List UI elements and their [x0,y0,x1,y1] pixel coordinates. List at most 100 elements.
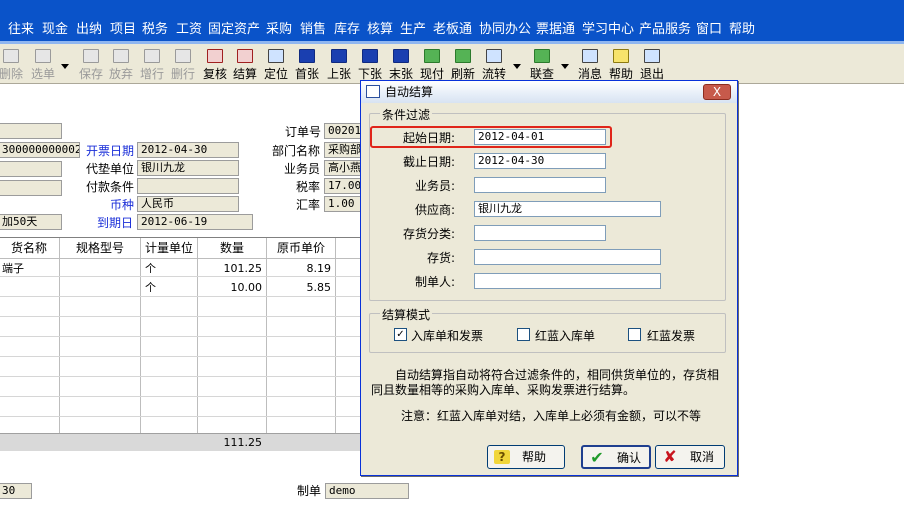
dialog-title-bar[interactable]: 自动结算 X [361,81,737,103]
add-row-button[interactable]: 增行 [137,47,167,83]
close-button[interactable]: X [703,84,731,100]
menu-item-fixed-assets[interactable]: 固定资产 [208,18,260,37]
menu-item-production[interactable]: 生产 [400,18,426,37]
maker-input[interactable] [474,273,661,289]
mode-checkbox-3[interactable] [628,328,641,341]
mode-option-3[interactable]: 红蓝发票 [647,327,695,344]
table-row[interactable] [0,358,360,377]
grid-header-unit[interactable]: 计量单位 [141,238,197,258]
exit-button[interactable]: 退出 [637,47,667,83]
rate-field[interactable]: 1.00 [324,196,364,212]
inv-category-input[interactable] [474,225,606,241]
menu-item-cash[interactable]: 现金 [42,18,68,37]
menu-item-window[interactable]: 窗口 [696,18,722,37]
settle-label: 结算 [232,67,257,81]
checkmark-icon: ✔ [590,448,604,467]
table-row[interactable] [0,338,360,357]
cancel-button[interactable]: ✘ 取消 [655,445,725,469]
menu-item-tax[interactable]: 税务 [142,18,168,37]
field-5[interactable]: 加50天 [0,214,62,230]
invoice-date-field[interactable]: 2012-04-30 [137,142,239,158]
payment-terms-label: 付款条件 [86,180,135,194]
dept-field[interactable]: 采购部 [324,142,364,158]
first-label: 首张 [294,67,319,81]
staff-label: 业务员: [414,179,455,193]
mode-checkbox-1[interactable]: ✓ [394,328,407,341]
menu-item-accounting[interactable]: 核算 [367,18,393,37]
add-row-label: 增行 [139,67,164,81]
table-row[interactable] [0,298,360,317]
mode-option-2[interactable]: 红蓝入库单 [535,327,595,344]
chevron-down-icon[interactable] [561,64,569,69]
end-date-input[interactable]: 2012-04-30 [474,153,606,169]
refresh-label: 刷新 [450,67,475,81]
chevron-down-icon[interactable] [513,64,521,69]
settle-button[interactable]: 结算 [230,47,260,83]
table-row[interactable] [0,378,360,397]
staff-field[interactable]: 高小燕 [324,160,364,176]
chevron-down-icon[interactable] [61,64,69,69]
field-2[interactable]: 300000000002 [0,142,80,158]
tax-field[interactable]: 17.00 [324,178,364,194]
note-text: 注意：红蓝入库单对结，入库单上必须有金额，可以不等 [401,409,702,423]
menu-item-collab[interactable]: 协同办公 [479,18,531,37]
field-3[interactable] [0,161,62,177]
order-no-field[interactable]: 002012 [324,123,364,139]
currency-field[interactable]: 人民币 [137,196,239,212]
field-4[interactable] [0,180,62,196]
menu-item-learning[interactable]: 学习中心 [582,18,634,37]
maker-field[interactable]: demo [325,483,409,499]
menu-item-purchase[interactable]: 采购 [266,18,292,37]
menu-item-project[interactable]: 项目 [110,18,136,37]
total-qty: 111.25 [223,436,263,449]
table-row[interactable]: 个 10.00 5.85 [0,278,360,297]
menu-item-products[interactable]: 产品服务 [639,18,691,37]
first-button[interactable]: 首张 [292,47,322,83]
menu-item-salary[interactable]: 工资 [176,18,202,37]
help-button[interactable]: 帮助 [606,47,636,83]
payment-terms-field[interactable] [137,178,239,194]
menu-item-inventory[interactable]: 库存 [334,18,360,37]
next-button[interactable]: 下张 [355,47,385,83]
confirm-button[interactable]: ✔ 确认 [581,445,651,469]
agent-field[interactable]: 银川九龙 [137,160,239,176]
message-button[interactable]: 消息 [575,47,605,83]
bottom-left-field[interactable]: 30 [0,483,32,499]
supplier-input[interactable]: 银川九龙 [474,201,661,217]
menu-item-help[interactable]: 帮助 [729,18,755,37]
last-button[interactable]: 末张 [386,47,416,83]
save-button[interactable]: 保存 [76,47,106,83]
grid-header-price[interactable]: 原币单价 [267,238,335,258]
flow-button[interactable]: 流转 [479,47,509,83]
discard-button[interactable]: 放弃 [106,47,136,83]
grid-header-qty[interactable]: 数量 [198,238,266,258]
table-row[interactable] [0,398,360,417]
add-row-icon [144,49,160,63]
menu-item-sales[interactable]: 销售 [300,18,326,37]
menu-item-cashier[interactable]: 出纳 [76,18,102,37]
grid-header-spec[interactable]: 规格型号 [60,238,140,258]
delete-button[interactable]: 删除 [0,47,26,83]
refresh-button[interactable]: 刷新 [448,47,478,83]
menu-item-bills[interactable]: 票据通 [536,18,575,37]
table-row[interactable] [0,318,360,337]
field-1[interactable] [0,123,62,139]
mode-option-1[interactable]: 入库单和发票 [411,327,483,344]
grid-header-name[interactable]: 货名称 [0,238,58,258]
select-doc-button[interactable]: 选单 [28,47,58,83]
mode-checkbox-2[interactable] [517,328,530,341]
menu-item-boss[interactable]: 老板通 [433,18,472,37]
inventory-input[interactable] [474,249,661,265]
dialog-help-button[interactable]: ? 帮助 [487,445,565,469]
save-icon [83,49,99,63]
table-row[interactable]: 端子 个 101.25 8.19 [0,258,360,277]
prev-button[interactable]: 上张 [324,47,354,83]
locate-button[interactable]: 定位 [261,47,291,83]
staff-input[interactable] [474,177,606,193]
due-date-field[interactable]: 2012-06-19 [137,214,253,230]
delete-row-button[interactable]: 删行 [168,47,198,83]
cash-pay-button[interactable]: 现付 [417,47,447,83]
link-query-button[interactable]: 联查 [527,47,557,83]
menu-item-wanglai[interactable]: 往来 [8,18,34,37]
review-button[interactable]: 复核 [200,47,230,83]
